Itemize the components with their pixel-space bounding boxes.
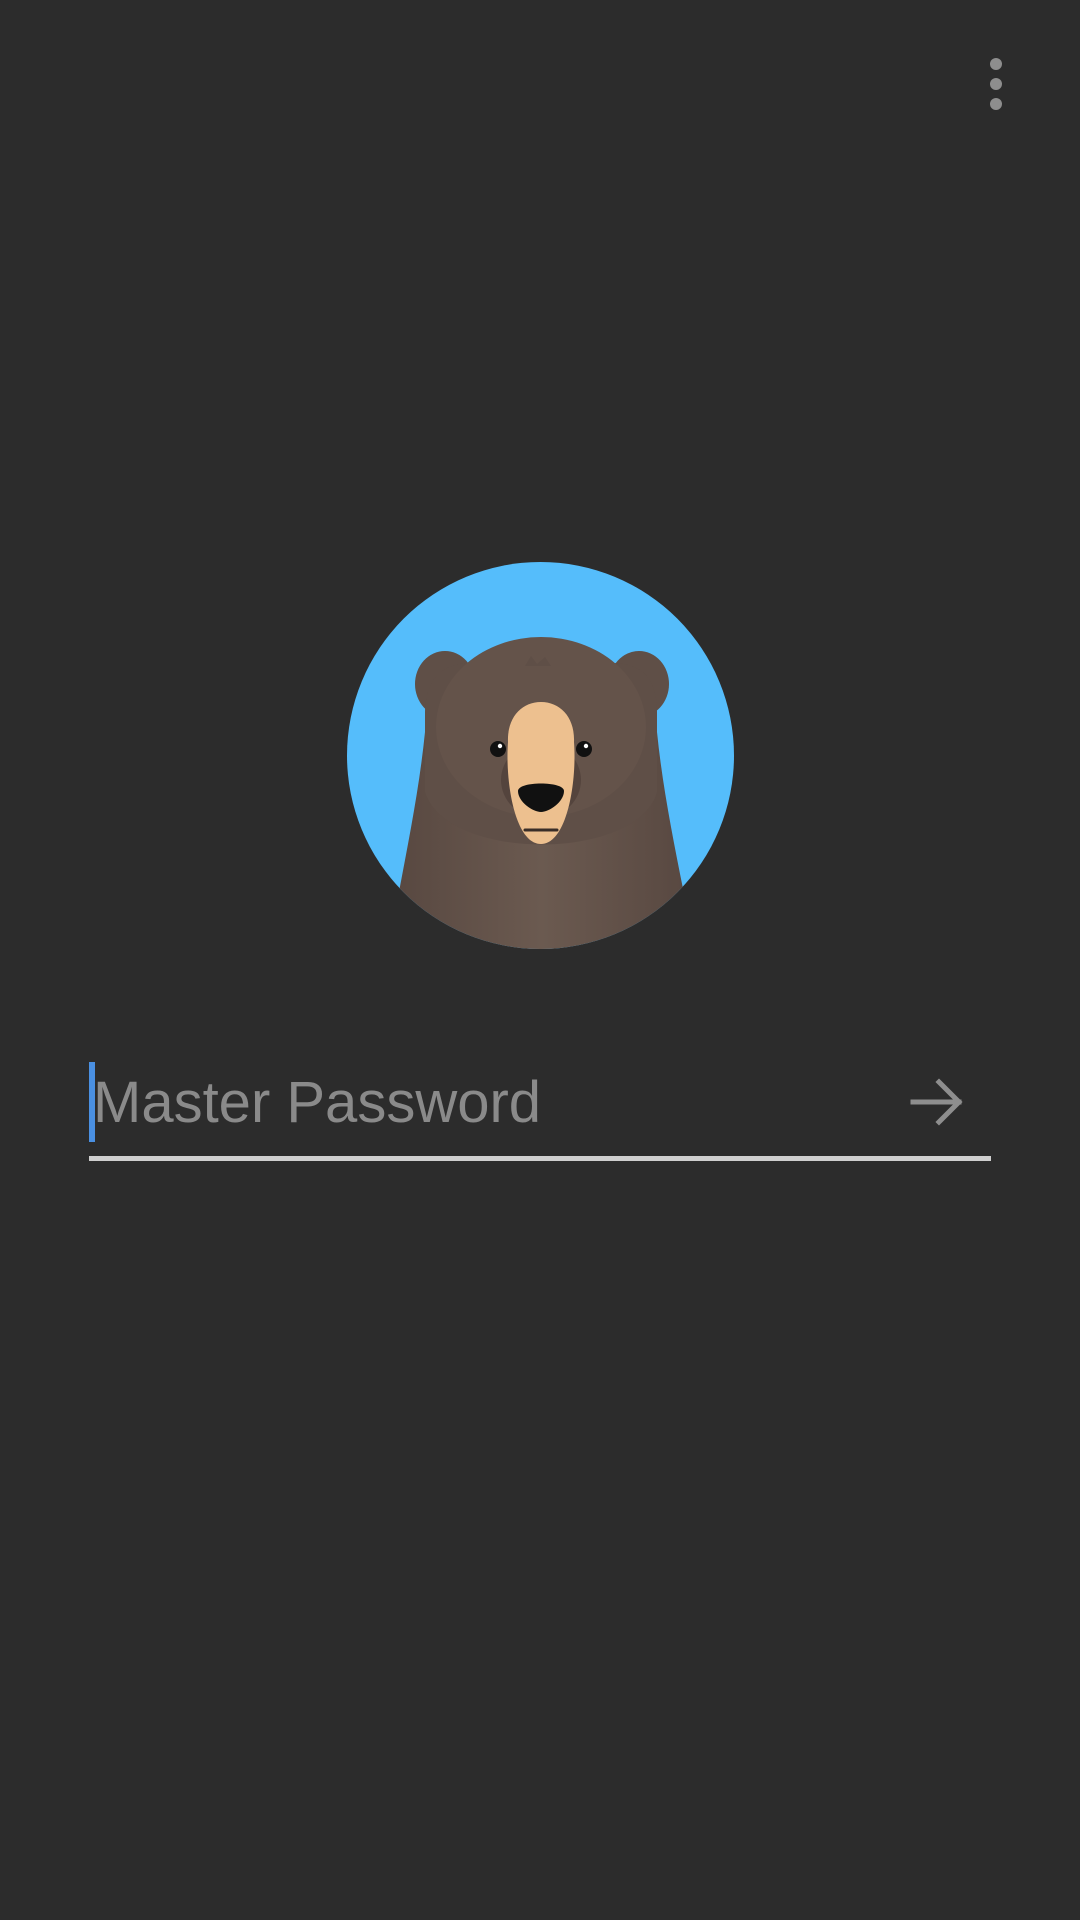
master-password-input[interactable]	[89, 1052, 873, 1152]
password-underline	[89, 1156, 991, 1161]
more-options-icon[interactable]	[966, 48, 1026, 120]
master-password-field	[89, 1052, 991, 1164]
menu-dot	[990, 58, 1002, 70]
bear-logo-icon	[347, 562, 734, 949]
menu-dot	[990, 78, 1002, 90]
arrow-right-icon[interactable]	[905, 1070, 969, 1134]
menu-dot	[990, 98, 1002, 110]
login-screen	[0, 0, 1080, 1920]
